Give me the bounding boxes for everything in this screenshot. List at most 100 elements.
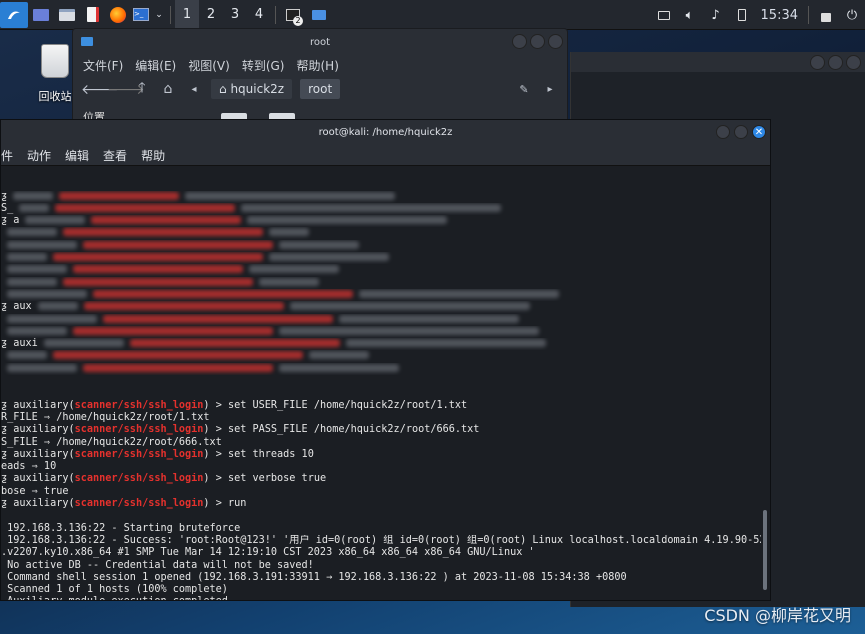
redaction-blur [359, 289, 559, 298]
terminal-line: ƺ auxiliary(scanner/ssh/ssh_login) > set… [1, 400, 761, 412]
terminal-line: Scanned 1 of 1 hosts (100% complete) [1, 584, 761, 596]
minimize-button[interactable] [810, 55, 825, 70]
menu-file[interactable]: 件 [1, 147, 13, 165]
close-button[interactable] [846, 55, 861, 70]
breadcrumb-root[interactable]: root [300, 79, 341, 99]
redaction-blur [7, 363, 77, 372]
terminal-line-text: ƺ auxiliary( [1, 424, 75, 436]
terminal-output[interactable]: ƺ S_ ƺ aƺ aux ƺ auxi ƺ auxiliary(scanner/ss… [1, 166, 761, 600]
back-arrow-icon[interactable]: 🡐 [81, 81, 119, 98]
close-button[interactable]: ✕ [752, 125, 766, 139]
redaction-blur [19, 203, 50, 212]
pencil-icon[interactable]: ✎ [515, 83, 533, 96]
redaction-blur [53, 253, 263, 262]
redacted-line [1, 326, 761, 338]
terminal-line-text: ƺ auxiliary( [1, 498, 75, 510]
redaction-blur [7, 326, 67, 335]
lock-icon[interactable] [813, 0, 839, 30]
menu-action[interactable]: 动作 [27, 147, 51, 165]
menu-view[interactable]: 视图(V) [188, 57, 230, 73]
terminal-line-text: Command shell session 1 opened (192.168.… [1, 571, 627, 583]
terminal-line-text: No active DB -- Credential data will not… [1, 559, 314, 571]
terminal-lines: ƺ auxiliary(scanner/ssh/ssh_login) > set… [1, 400, 761, 600]
terminal-line-command: ) > run [203, 498, 247, 510]
maximize-button[interactable] [530, 34, 545, 49]
redaction-blur [279, 240, 359, 249]
menu-help[interactable]: 帮助(H) [296, 57, 338, 73]
redaction-blur [59, 191, 180, 200]
workspace-3[interactable]: 3 [223, 0, 247, 30]
minimize-button[interactable] [716, 125, 730, 139]
terminal-icon[interactable]: >_ [130, 0, 152, 30]
power-icon[interactable]: ⏻ [839, 0, 865, 30]
terminal-line: ƺ auxiliary(scanner/ssh/ssh_login) > set… [1, 473, 761, 485]
file-manager-titlebar[interactable]: root [73, 29, 567, 55]
up-arrow-icon[interactable]: 🡑 [133, 77, 151, 101]
chevron-right-icon[interactable]: ▸ [541, 84, 559, 95]
redaction-blur [93, 289, 353, 298]
text-editor-icon[interactable] [80, 0, 106, 30]
folder-task-icon[interactable] [306, 0, 332, 30]
terminal-task-icon[interactable]: 2 [280, 0, 306, 30]
workspace-2[interactable]: 2 [199, 0, 223, 30]
module-name: scanner/ssh/ssh_login [74, 448, 204, 460]
terminal-line-text: .v2207.ky10.x86_64 #1 SMP Tue Mar 14 12:… [1, 547, 535, 559]
workspace-4[interactable]: 4 [247, 0, 271, 30]
redaction-blur [339, 314, 519, 323]
redaction-blur [269, 228, 309, 237]
desktop-icon[interactable] [28, 0, 54, 30]
firefox-icon[interactable] [106, 0, 130, 30]
workspace-1[interactable]: 1 [175, 0, 199, 30]
redacted-line-prefix: ƺ auxi [1, 338, 38, 350]
maximize-button[interactable] [828, 55, 843, 70]
top-panel: >_ ⌄ 1 2 3 4 2 🔈︎ ♪︎ 15:34 ⏻ [0, 0, 865, 30]
scrollbar[interactable] [763, 510, 767, 590]
menu-file[interactable]: 文件(F) [83, 57, 123, 73]
background-window-titlebar[interactable] [571, 52, 865, 72]
minimize-button[interactable] [512, 34, 527, 49]
chevron-left-icon[interactable]: ◂ [185, 84, 203, 95]
home-icon[interactable]: ⌂ [159, 81, 177, 97]
kali-menu-icon[interactable] [0, 1, 28, 28]
chevron-down-icon[interactable]: ⌄ [152, 0, 166, 30]
terminal-line: ƺ auxiliary(scanner/ssh/ssh_login) > set… [1, 449, 761, 461]
redaction-blur [289, 302, 530, 311]
terminal-line-text: 192.168.3.136:22 - Starting bruteforce [1, 522, 241, 534]
clock[interactable]: 15:34 [755, 8, 804, 23]
terminal-line-text: S_FILE ⇒ /home/hquick2z/root/666.txt [1, 436, 222, 448]
redacted-line: ƺ aux [1, 301, 761, 313]
menu-help[interactable]: 帮助 [141, 147, 165, 165]
system-tray: 🔈︎ ♪︎ 15:34 ⏻ [651, 0, 865, 30]
volume-icon[interactable]: 🔈︎ [677, 0, 703, 30]
maximize-button[interactable] [734, 125, 748, 139]
menu-view[interactable]: 查看 [103, 147, 127, 165]
redaction-blur [241, 203, 502, 212]
bell-icon[interactable]: ♪︎ [703, 0, 729, 30]
redacted-line [1, 264, 761, 276]
redaction-blur [185, 191, 396, 200]
redaction-blur [91, 216, 242, 225]
battery-icon[interactable] [729, 0, 755, 30]
redaction-blur [259, 277, 319, 286]
redaction-blur [7, 253, 47, 262]
forward-arrow-icon[interactable]: 🡒 [107, 81, 145, 98]
close-button[interactable] [548, 34, 563, 49]
display-icon[interactable] [651, 0, 677, 30]
redacted-line-prefix: ƺ [1, 190, 8, 202]
breadcrumb-home[interactable]: ⌂ hquick2z [211, 79, 293, 99]
redaction-blur [7, 351, 47, 360]
menu-go[interactable]: 转到(G) [242, 57, 285, 73]
terminal-line-text: bose ⇒ true [1, 485, 69, 497]
terminal-line: Auxiliary module execution completed [1, 596, 761, 600]
redaction-blur [7, 277, 57, 286]
panel-separator [275, 5, 276, 24]
menu-edit[interactable]: 编辑(E) [135, 57, 176, 73]
module-name: scanner/ssh/ssh_login [74, 498, 204, 510]
terminal-titlebar[interactable]: root@kali: /home/hquick2z ✕ [1, 120, 770, 144]
file-manager-icon[interactable] [54, 0, 80, 30]
menu-edit[interactable]: 编辑 [65, 147, 89, 165]
redaction-blur [83, 363, 273, 372]
redacted-line: ƺ auxi [1, 338, 761, 350]
redaction-blur [73, 265, 243, 274]
